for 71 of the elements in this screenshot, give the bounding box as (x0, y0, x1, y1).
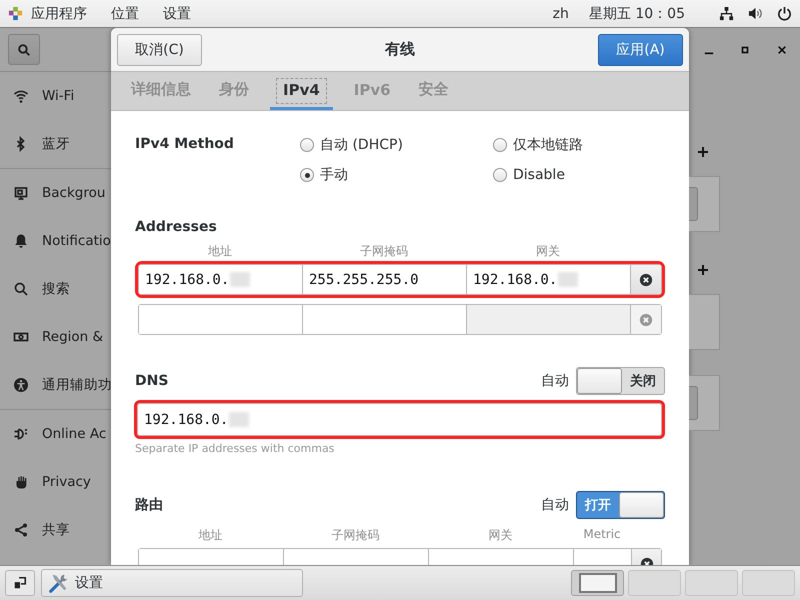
tab[interactable]: IPv4 (270, 72, 333, 110)
monitor-icon (13, 185, 29, 201)
column-header: 子网掩码 (359, 243, 409, 260)
workspace-thumbnail[interactable] (571, 570, 624, 596)
search-icon (13, 281, 29, 297)
section-heading: Addresses (135, 219, 218, 235)
dns-field[interactable]: 192.168.0. (137, 403, 662, 436)
search-icon (17, 42, 31, 56)
auto-switch[interactable]: 关闭 (576, 367, 665, 395)
bell-icon (13, 233, 29, 249)
field-label: IPv4 Method (135, 136, 235, 154)
power-icon[interactable] (777, 6, 792, 21)
cancel-button[interactable]: 取消(C) (117, 34, 202, 66)
wifi-icon (13, 88, 29, 104)
switch-label: 自动 (541, 496, 569, 514)
column-header: 地址 (207, 243, 233, 260)
search-button[interactable] (8, 34, 40, 65)
radio-button[interactable] (493, 168, 507, 182)
column-header: 子网掩码 (330, 527, 380, 544)
hint-text: Separate IP addresses with commas (135, 442, 336, 455)
add-icon[interactable] (697, 264, 709, 276)
sidebar-item[interactable]: Notificatio (0, 217, 111, 265)
column-header: 网关 (488, 527, 514, 544)
dialog-title: 有线 (385, 40, 415, 59)
tools-icon (48, 572, 70, 594)
sidebar-item[interactable]: Region & (0, 313, 111, 361)
language-indicator[interactable]: zh (552, 6, 569, 22)
column-header: Metric (582, 527, 622, 543)
sidebar-item[interactable]: Online Ac (0, 410, 111, 458)
remove-icon[interactable] (639, 272, 653, 286)
volume-icon[interactable] (748, 6, 763, 21)
plug-icon (13, 426, 29, 442)
column-header: 网关 (535, 243, 561, 260)
clock[interactable]: 星期五 10：05 (588, 4, 685, 22)
workspace-thumbnail[interactable] (742, 570, 795, 596)
radio-button[interactable] (493, 138, 507, 152)
sidebar-item[interactable]: 通用辅助功 (0, 361, 111, 409)
maximize-icon[interactable] (740, 45, 750, 55)
radio-button[interactable] (300, 138, 314, 152)
column-header: 地址 (198, 527, 224, 544)
close-icon[interactable] (776, 45, 787, 55)
workspace-thumbnail[interactable] (685, 570, 738, 596)
menu-item[interactable]: 设置 (163, 4, 191, 22)
sidebar-item[interactable]: 搜索 (0, 265, 111, 313)
apply-button[interactable]: 应用(A) (598, 34, 683, 66)
logo-icon[interactable] (8, 6, 23, 21)
windows-icon (13, 576, 27, 590)
menu-item[interactable]: 应用程序 (31, 4, 87, 22)
address-field[interactable]: 192.168.0. (139, 265, 303, 294)
sidebar-item[interactable]: 共享 (0, 506, 111, 554)
radio-button[interactable] (300, 168, 314, 182)
share-icon (13, 522, 29, 538)
accessibility-icon (13, 377, 29, 393)
sidebar-item[interactable]: Wi-Fi (0, 72, 111, 120)
switch-label: 自动 (541, 372, 569, 390)
window-button[interactable]: 设置 (41, 569, 303, 597)
sidebar-item[interactable]: Privacy (0, 458, 111, 506)
workspace-thumbnail[interactable] (628, 570, 681, 596)
option-label[interactable]: 仅本地链路 (513, 136, 583, 154)
sidebar-item[interactable]: 蓝牙 (0, 120, 111, 168)
network-icon[interactable] (719, 6, 734, 21)
card-background (689, 294, 720, 350)
option-label[interactable]: 自动 (DHCP) (320, 136, 403, 154)
option-label[interactable]: 手动 (320, 166, 348, 184)
menu-item[interactable]: 位置 (111, 4, 139, 22)
section-heading: DNS (135, 373, 170, 389)
option-label[interactable]: Disable (513, 167, 565, 183)
sidebar-item[interactable]: Backgrou (0, 169, 111, 217)
section-heading: 路由 (135, 496, 164, 514)
add-icon[interactable] (697, 146, 709, 158)
show-desktop-button[interactable] (5, 570, 35, 596)
